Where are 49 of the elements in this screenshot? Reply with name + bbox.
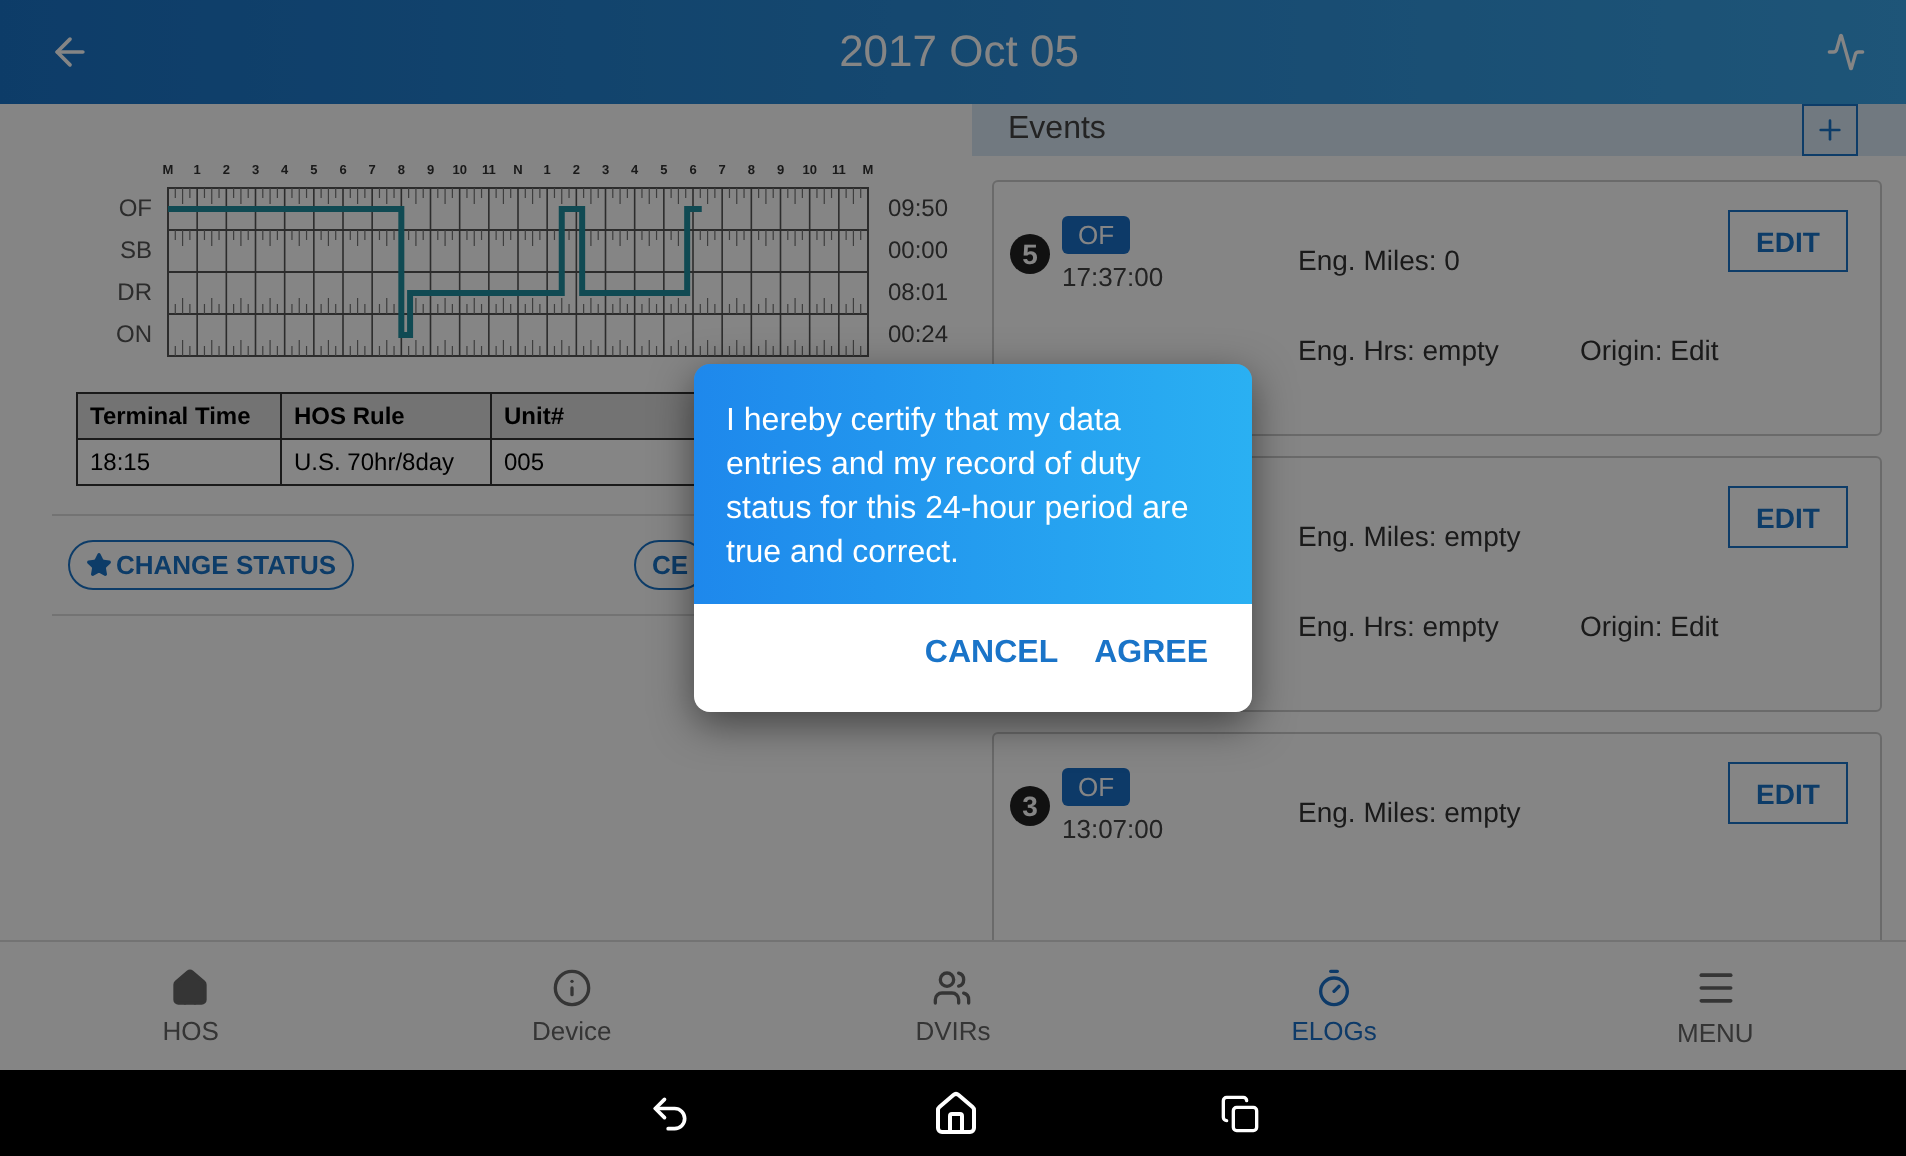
table-header-cell: HOS Rule [281,393,491,439]
add-button[interactable] [1802,104,1858,156]
people-icon [932,967,973,1007]
dialog-button[interactable]: AGREE [1086,636,1216,672]
edit-button[interactable]: EDIT [1728,762,1848,824]
home-icon [170,967,211,1007]
dialog-button[interactable]: CANCEL [916,636,1067,672]
status-total: 08:01 [888,276,949,310]
engine-hours: Eng. Hrs: empty [1298,334,1501,366]
status-row-label: ON [114,318,154,352]
info-icon [551,967,592,1007]
engine-miles: Eng. Miles: empty [1298,520,1523,552]
status-total: 09:50 [888,192,949,226]
nav-tab[interactable]: HOS [0,942,382,1070]
edit-button[interactable]: EDIT [1728,210,1848,272]
plus-icon [1814,114,1846,146]
events-title: Events [1008,112,1106,148]
recents-icon[interactable] [1219,1093,1259,1133]
status-action-button[interactable]: CHANGE STATUS [68,540,355,590]
star-icon [86,552,112,578]
status-total: 00:24 [888,318,949,352]
event-origin: Origin: Edit [1580,334,1721,366]
back-icon[interactable] [647,1091,691,1135]
event-number: 5 [1010,234,1050,274]
nav-tab[interactable]: MENU [1524,942,1906,1070]
table-cell: U.S. 70hr/8day [281,439,491,485]
timer-icon [1314,967,1355,1007]
engine-miles: Eng. Miles: 0 [1298,244,1462,276]
nav-tab[interactable]: ELOGs [1143,942,1525,1070]
table-header-cell: Terminal Time [77,393,281,439]
event-time: 13:07:00 [1062,814,1164,844]
nav-tab[interactable]: DVIRs [762,942,1144,1070]
event-time: 17:37:00 [1062,262,1164,292]
event-origin: Origin: Edit [1580,610,1721,642]
status-row-label: SB [117,234,154,268]
engine-miles: Eng. Miles: empty [1298,796,1523,828]
dialog-message: I hereby certify that my data entries and my record of duty status for this 24-hour period are true and correct. [694,364,1252,604]
engine-hours: Eng. Hrs: empty [1298,610,1501,642]
home-icon[interactable] [931,1089,979,1137]
table-cell: 18:15 [77,439,281,485]
status-row-label: OF [116,192,154,226]
status-total: 00:00 [888,234,949,268]
status-row-label: DR [115,276,154,310]
header-title: 2017 Oct 05 [837,26,1081,78]
edit-button[interactable]: EDIT [1728,486,1848,548]
nav-tab[interactable]: Device [381,942,763,1070]
status-badge: OF [1062,216,1131,254]
event-number: 3 [1010,786,1050,826]
status-badge: OF [1062,768,1131,806]
